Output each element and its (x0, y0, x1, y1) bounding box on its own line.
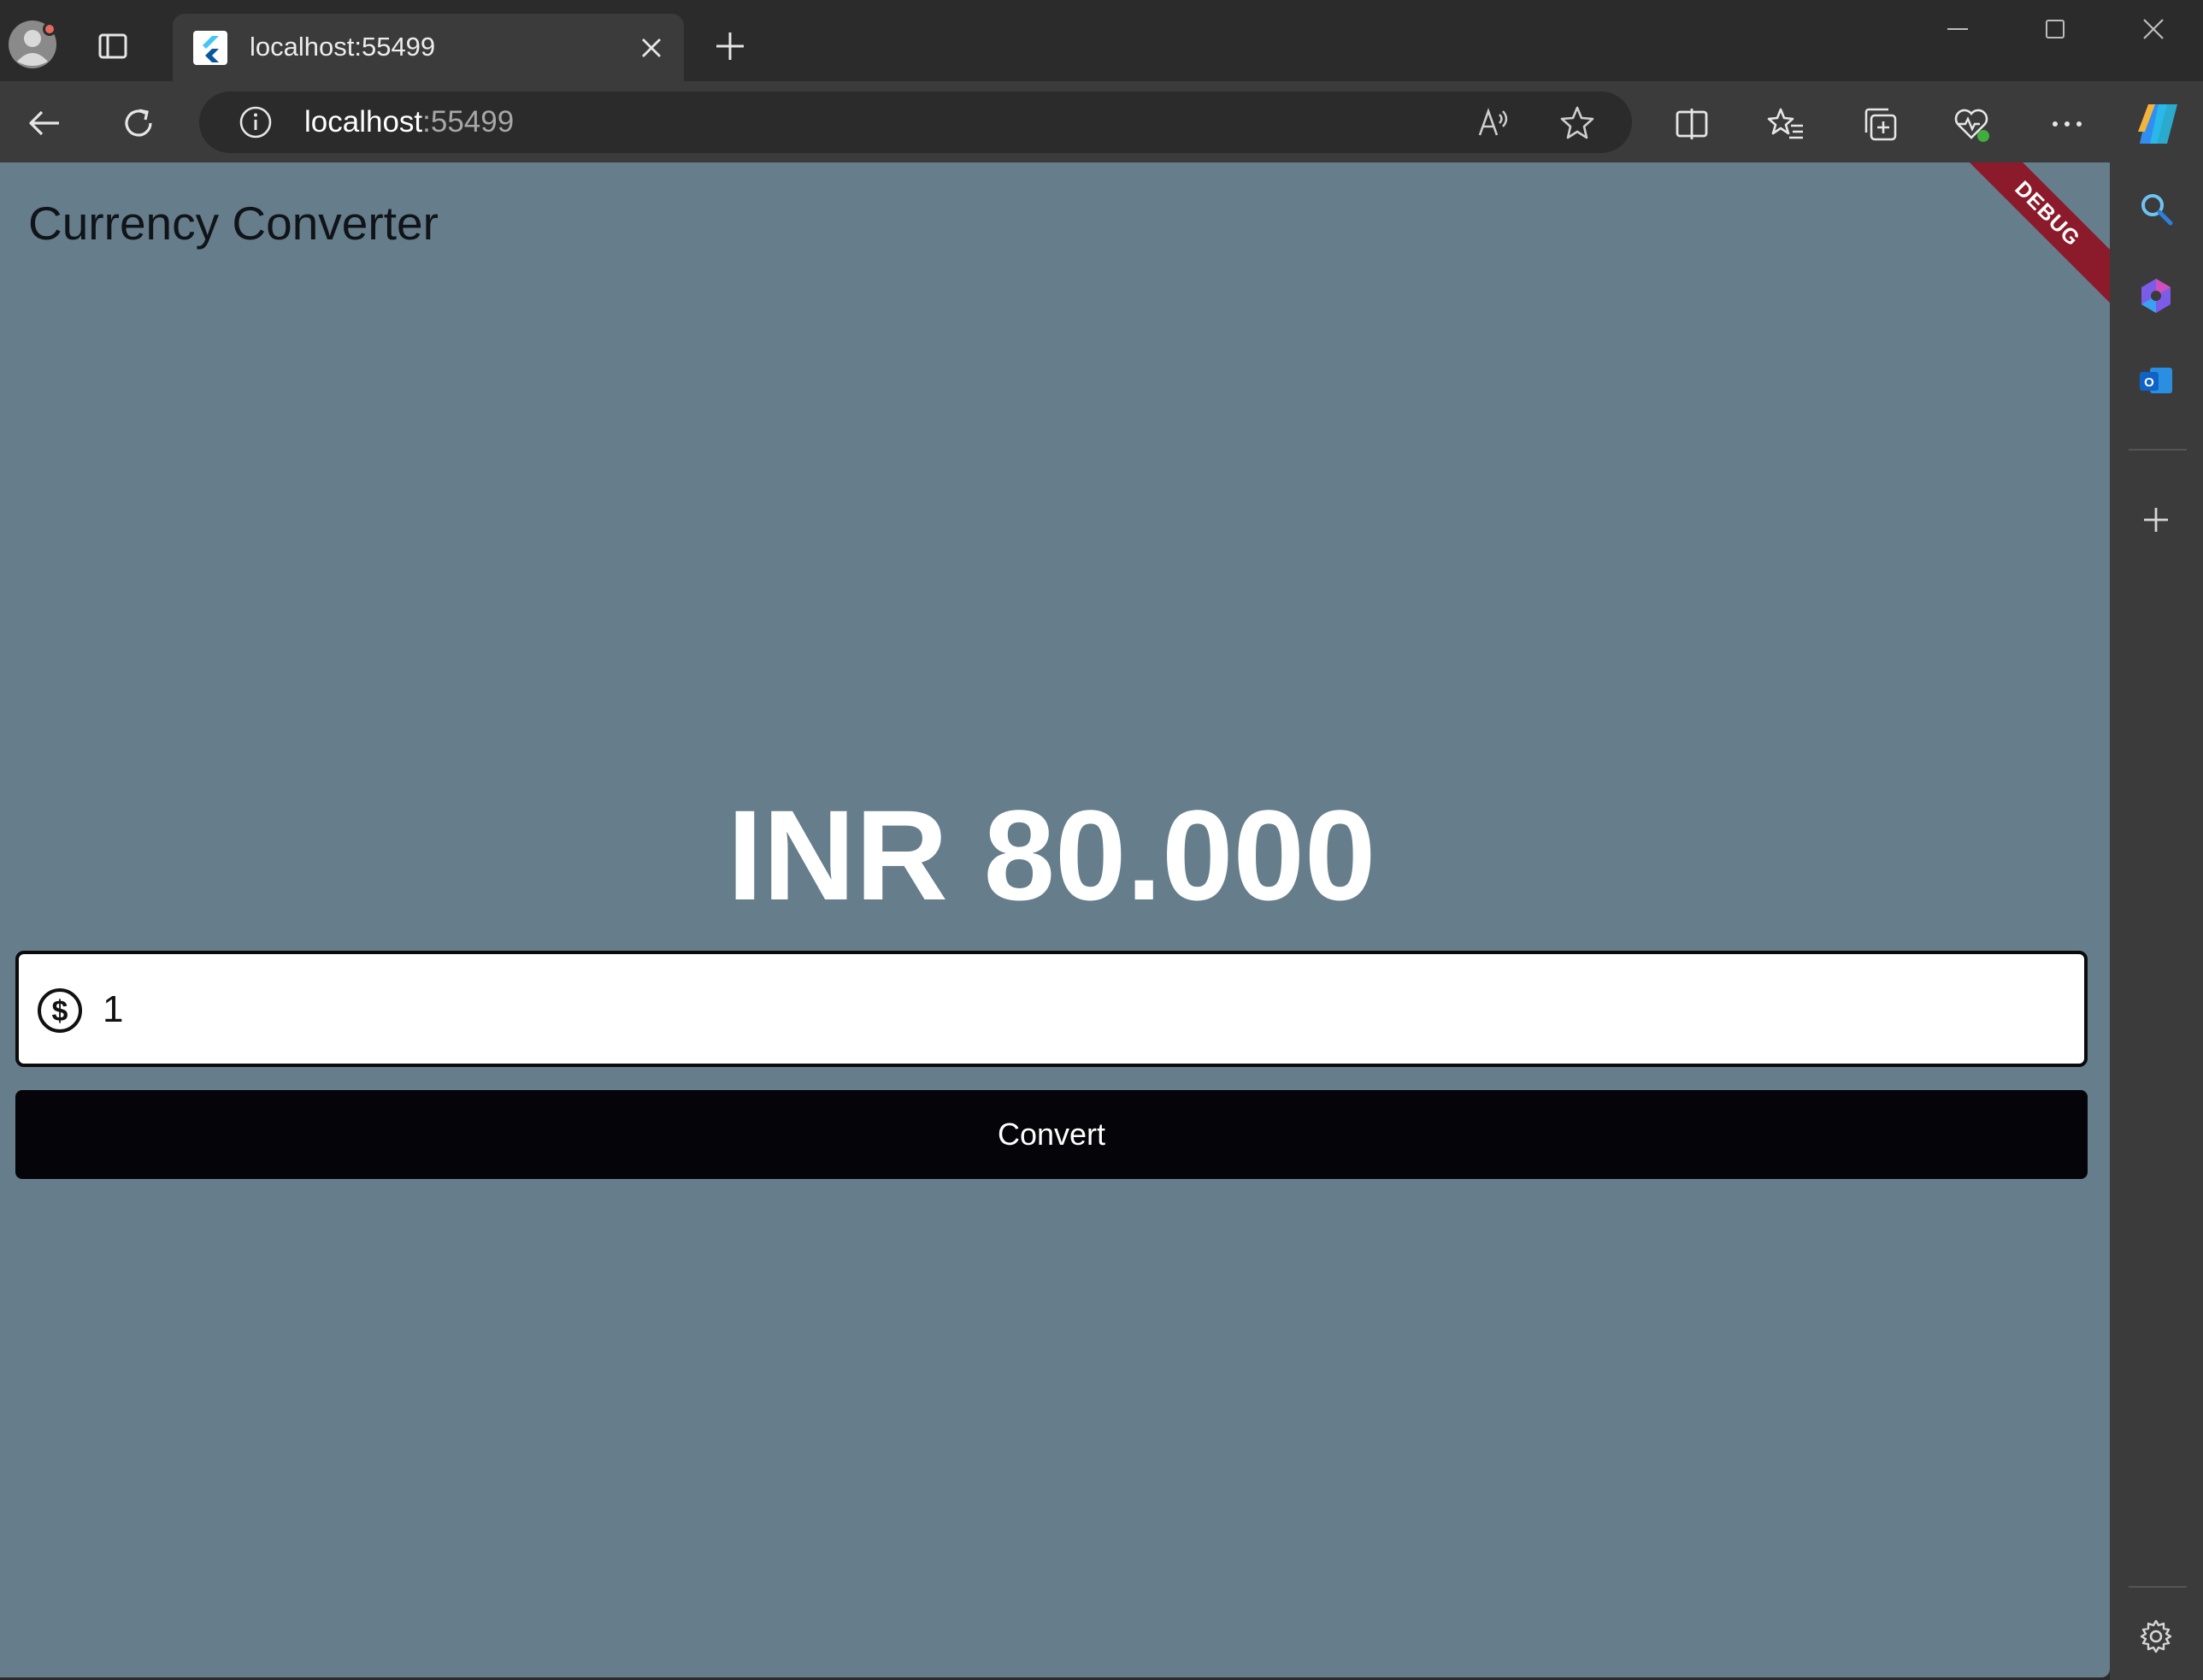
browser-tab-strip: localhost:55499 (0, 0, 2203, 81)
minimize-icon[interactable] (1937, 9, 1978, 50)
debug-banner: DEBUG (1952, 162, 2110, 309)
tab-actions-icon[interactable] (92, 26, 133, 67)
sidebar-divider (2129, 1586, 2187, 1588)
more-options-icon[interactable] (2045, 102, 2089, 146)
browser-essentials-heart-icon[interactable] (1949, 102, 1994, 146)
close-tab-icon[interactable] (634, 31, 669, 65)
browser-tab[interactable]: localhost:55499 (173, 14, 684, 81)
svg-text:$: $ (52, 995, 68, 1028)
debug-banner-label: DEBUG (2010, 176, 2085, 251)
split-screen-icon[interactable] (1670, 102, 1714, 146)
sidebar-divider (2129, 449, 2187, 451)
tab-title: localhost:55499 (250, 32, 436, 62)
read-aloud-icon[interactable] (1473, 102, 1514, 143)
microsoft-365-icon[interactable] (2132, 272, 2180, 320)
amount-input[interactable] (103, 971, 2052, 1048)
url-text[interactable]: localhost:55499 (304, 105, 514, 139)
add-sidebar-app-icon[interactable] (2132, 496, 2180, 544)
svg-text:O: O (2144, 375, 2154, 390)
url-host: localhost (304, 105, 423, 139)
app-title: Currency Converter (28, 197, 439, 250)
address-bar[interactable]: localhost:55499 (199, 91, 1632, 153)
web-page: Currency Converter DEBUG INR 80.000 $ Co… (0, 162, 2110, 1677)
profile-avatar-icon[interactable] (7, 19, 58, 70)
add-favorite-star-icon[interactable] (1557, 102, 1598, 143)
flutter-favicon-icon (193, 31, 227, 65)
amount-field[interactable]: $ (15, 951, 2088, 1067)
collections-icon[interactable] (1858, 102, 1902, 146)
url-port: :55499 (422, 105, 515, 139)
browser-sidebar: O (2110, 162, 2203, 1680)
close-window-icon[interactable] (2133, 9, 2174, 50)
sidebar-settings-gear-icon[interactable] (2132, 1612, 2180, 1660)
convert-button[interactable]: Convert (15, 1090, 2088, 1179)
notification-dot (43, 22, 56, 36)
outlook-icon[interactable]: O (2132, 357, 2180, 405)
back-arrow-icon[interactable] (22, 101, 67, 145)
dollar-circle-icon: $ (36, 987, 84, 1035)
maximize-icon[interactable] (2035, 9, 2076, 50)
site-info-icon[interactable] (235, 102, 276, 143)
favorites-icon[interactable] (1764, 102, 1808, 146)
reload-icon[interactable] (116, 101, 161, 145)
new-tab-icon[interactable] (710, 26, 751, 67)
conversion-result: INR 80.000 (727, 783, 1376, 927)
copilot-icon[interactable] (2130, 97, 2185, 151)
convert-button-label: Convert (997, 1117, 1106, 1152)
search-icon[interactable] (2132, 185, 2180, 233)
